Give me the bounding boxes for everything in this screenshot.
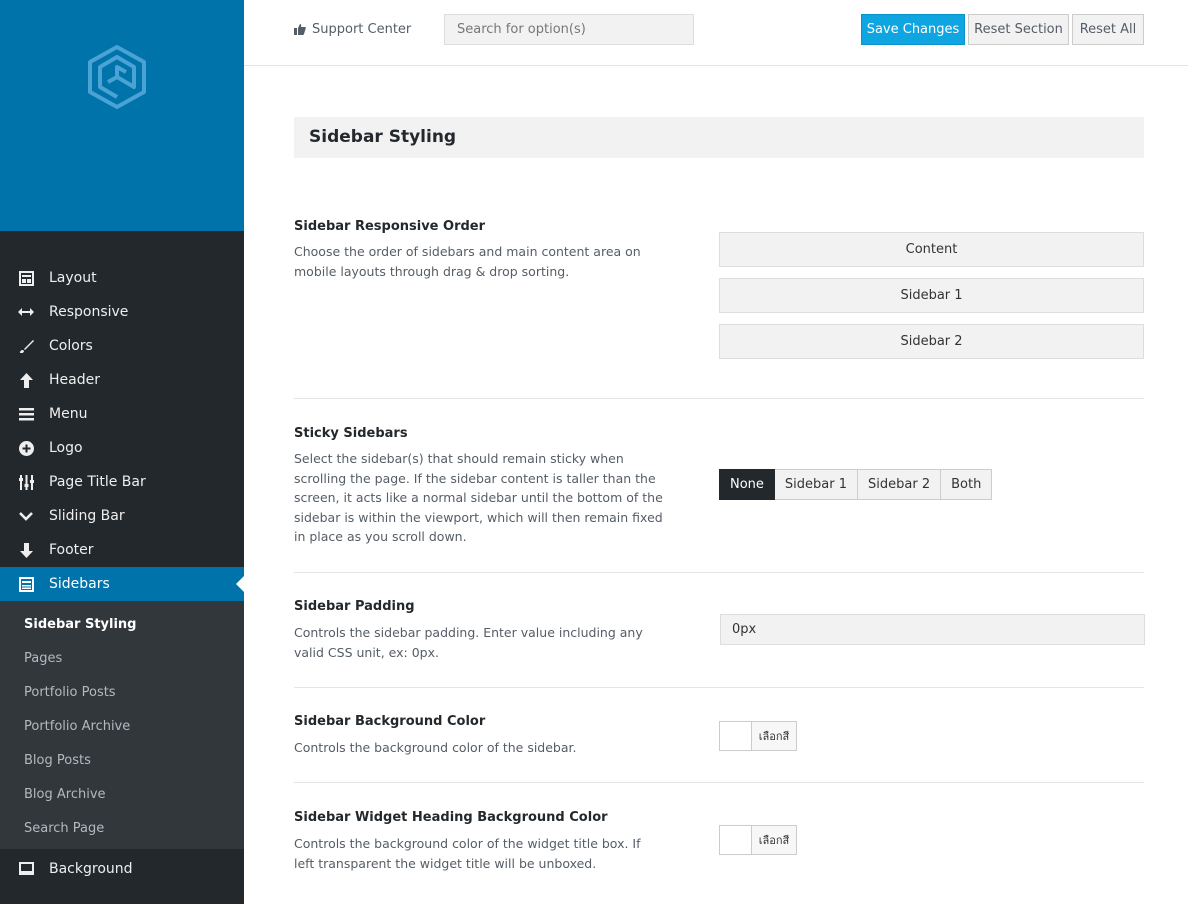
field-label: Sidebar Background Color [294,714,486,729]
reset-section-button[interactable]: Reset Section [968,14,1069,45]
sidebar-item-label: Sidebars [49,576,110,592]
field-description: Choose the order of sidebars and main co… [294,244,641,279]
monitor-icon [18,861,34,877]
sidebar-item-label: Header [49,372,100,388]
sortable-item-sidebar-1[interactable]: Sidebar 1 [719,278,1144,313]
sidebar-item-sliding-bar[interactable]: Sliding Bar [0,499,244,533]
field-label: Sidebar Responsive Order [294,219,486,234]
chevron-down-icon [18,508,34,524]
submenu-item-blog-archive[interactable]: Blog Archive [0,777,244,811]
brand-header [0,0,244,231]
hexagon-spiral-logo [88,45,146,109]
sidebar-item-label: Logo [49,440,83,456]
sidebar-item-label: Colors [49,338,93,354]
brush-icon [18,338,34,354]
sticky-option-both[interactable]: Both [941,469,993,500]
sidebar-item-label: Footer [49,542,94,558]
sortable-item-content[interactable]: Content [719,232,1144,267]
sidebar-item-label: Layout [49,270,97,286]
sidebar-item-logo[interactable]: Logo [0,431,244,465]
arrow-up-icon [18,372,34,388]
field-sidebar-bg-color: Sidebar Background Color Controls the ba… [294,688,1144,783]
select-color-button[interactable]: เลือกสี [752,826,796,854]
field-description: Controls the background color of the sid… [294,740,577,755]
sidebar-item-background[interactable]: Background [0,852,244,886]
submenu-item-portfolio-archive[interactable]: Portfolio Archive [0,709,244,743]
thumbs-up-icon [294,24,306,35]
field-description: Select the sidebar(s) that should remain… [294,451,663,544]
sidebar-item-label: Background [49,861,133,877]
plus-circle-icon [18,440,34,456]
arrows-horizontal-icon [18,304,34,320]
select-color-button[interactable]: เลือกสี [752,722,796,750]
save-changes-button[interactable]: Save Changes [861,14,965,45]
sidebar-nav: Layout Responsive Colors Header Menu Log… [0,261,244,886]
reset-all-button[interactable]: Reset All [1072,14,1144,45]
submenu-item-search-page[interactable]: Search Page [0,811,244,845]
sticky-option-sidebar-1[interactable]: Sidebar 1 [774,469,859,500]
field-description: Controls the background color of the wid… [294,836,641,871]
admin-sidebar: Layout Responsive Colors Header Menu Log… [0,0,244,904]
field-sticky-sidebars: Sticky Sidebars Select the sidebar(s) th… [294,399,1144,573]
sidebar-item-colors[interactable]: Colors [0,329,244,363]
section-title: Sidebar Styling [294,117,1144,158]
arrow-down-icon [18,542,34,558]
sticky-option-sidebar-2[interactable]: Sidebar 2 [858,469,942,500]
sidebar-padding-input[interactable] [720,614,1145,645]
search-options-input[interactable] [444,14,694,45]
field-widget-heading-bg-color: Sidebar Widget Heading Background Color … [294,783,1144,904]
widget-heading-bg-color-picker[interactable]: เลือกสี [719,825,797,855]
sidebar-item-label: Menu [49,406,88,422]
color-swatch[interactable] [720,826,752,854]
sidebar-bg-color-picker[interactable]: เลือกสี [719,721,797,751]
sidebar-item-label: Page Title Bar [49,474,146,490]
sidebar-item-sidebars[interactable]: Sidebars [0,567,244,601]
field-label: Sidebar Widget Heading Background Color [294,810,608,825]
submenu-item-portfolio-posts[interactable]: Portfolio Posts [0,675,244,709]
submenu-item-blog-posts[interactable]: Blog Posts [0,743,244,777]
sidebar-item-label: Responsive [49,304,129,320]
sidebars-submenu: Sidebar Styling Pages Portfolio Posts Po… [0,601,244,849]
field-description: Controls the sidebar padding. Enter valu… [294,625,643,660]
support-center-label: Support Center [312,22,412,37]
field-responsive-order: Sidebar Responsive Order Choose the orde… [294,213,1144,399]
sidebar-item-label: Sliding Bar [49,508,125,524]
support-center-link[interactable]: Support Center [294,22,411,37]
sidebar-item-menu[interactable]: Menu [0,397,244,431]
field-label: Sticky Sidebars [294,426,408,441]
sticky-sidebars-button-set: None Sidebar 1 Sidebar 2 Both [719,469,993,500]
field-label: Sidebar Padding [294,599,415,614]
sidebar-item-footer[interactable]: Footer [0,533,244,567]
sidebar-layout-icon [18,576,34,592]
sliders-icon [18,474,34,490]
submenu-item-pages[interactable]: Pages [0,641,244,675]
sidebar-item-page-title-bar[interactable]: Page Title Bar [0,465,244,499]
sidebar-item-header[interactable]: Header [0,363,244,397]
menu-icon [18,406,34,422]
color-swatch[interactable] [720,722,752,750]
layout-icon [18,270,34,286]
field-sidebar-padding: Sidebar Padding Controls the sidebar pad… [294,573,1145,688]
sidebar-item-responsive[interactable]: Responsive [0,295,244,329]
submenu-item-sidebar-styling[interactable]: Sidebar Styling [0,607,244,641]
sticky-option-none[interactable]: None [719,469,775,500]
sortable-item-sidebar-2[interactable]: Sidebar 2 [719,324,1144,359]
options-topbar: Support Center Save Changes Reset Sectio… [244,0,1188,66]
sidebar-item-layout[interactable]: Layout [0,261,244,295]
